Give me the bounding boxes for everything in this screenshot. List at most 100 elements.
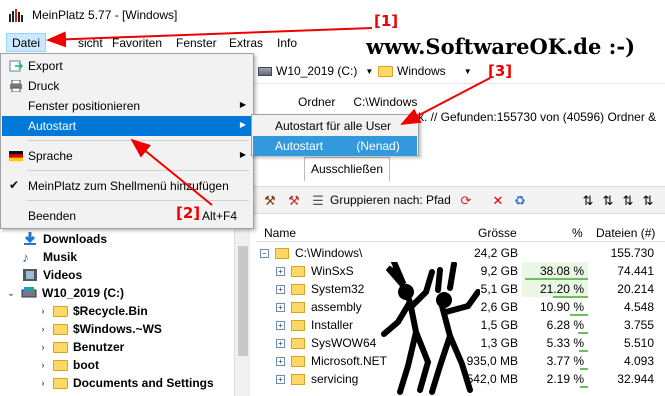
folder-label: Windows: [397, 64, 446, 78]
row-files: 3.755: [623, 318, 654, 332]
folder-icon: [53, 323, 68, 335]
hammer-icon[interactable]: ⚒: [262, 193, 278, 209]
group-icon[interactable]: ☰: [310, 193, 326, 209]
status-text: k. // Gefunden:155730 von (40596) Ordner…: [418, 110, 657, 124]
drive-icon: [258, 66, 272, 76]
folder-icon: [53, 305, 68, 317]
tree-item-documents-settings[interactable]: › Documents and Settings: [38, 374, 214, 392]
col-percent[interactable]: %: [572, 226, 583, 240]
sort-icon[interactable]: ⇅: [620, 193, 636, 209]
submenu-item-autostart-all-users[interactable]: Autostart für alle User: [253, 116, 417, 136]
callout-label-1: [1]: [374, 12, 399, 30]
autostart-submenu: Autostart für alle User Autostart (Nenad…: [251, 114, 419, 156]
menu-item-beenden[interactable]: Beenden Alt+F4: [2, 206, 252, 226]
expand-icon[interactable]: ›: [38, 324, 48, 334]
row-name-text: Microsoft.NET: [311, 354, 388, 368]
tree-scrollbar[interactable]: [234, 226, 250, 396]
tools-icon[interactable]: ⚒: [286, 193, 302, 209]
row-percent: 2.19 %: [546, 372, 584, 386]
folder-icon: [291, 338, 305, 350]
expand-icon[interactable]: +: [276, 375, 285, 385]
menu-extras[interactable]: Extras: [229, 36, 263, 50]
expand-icon[interactable]: +: [276, 303, 285, 313]
col-name[interactable]: Name: [264, 226, 296, 240]
sort-icon[interactable]: ⇅: [640, 193, 656, 209]
expand-icon[interactable]: ›: [38, 306, 48, 316]
menu-item-export[interactable]: Export: [2, 56, 252, 76]
sort-icon[interactable]: ⇅: [580, 193, 596, 209]
recycle-icon[interactable]: ♻: [512, 193, 528, 209]
german-flag-icon: [9, 151, 23, 162]
menu-item-autostart[interactable]: Autostart ▶: [2, 116, 252, 136]
expand-icon[interactable]: +: [276, 357, 285, 367]
tab-row: Ausschließen: [250, 157, 665, 181]
tab-ausschliessen[interactable]: Ausschließen: [304, 157, 390, 181]
group-by-label[interactable]: Gruppieren nach: Pfad: [330, 193, 451, 207]
refresh-icon[interactable]: ⟳: [458, 193, 474, 209]
row-percent: 21.20 %: [522, 280, 588, 297]
expand-icon[interactable]: +: [276, 285, 285, 295]
menu-ansicht[interactable]: sicht: [78, 36, 103, 50]
tree-item-drive-c[interactable]: ⌄ W10_2019 (C:): [6, 284, 124, 302]
expand-icon[interactable]: +: [276, 339, 285, 349]
menu-info[interactable]: Info: [277, 36, 297, 50]
delete-icon[interactable]: ✕: [490, 193, 506, 209]
scrollbar-thumb[interactable]: [238, 246, 248, 356]
submenu-item-autostart-user[interactable]: Autostart (Nenad): [253, 136, 417, 156]
menu-separator: [27, 140, 249, 141]
datei-menu: Export Druck Fenster positionieren ▶ Aut…: [0, 53, 254, 229]
row-size: 24,2 GB: [473, 246, 518, 260]
expand-icon[interactable]: +: [276, 267, 285, 277]
tree-item-musik[interactable]: ♪ Musik: [22, 248, 77, 266]
callout-label-2: [2]: [176, 204, 201, 222]
tree-item-videos[interactable]: Videos: [22, 266, 82, 284]
shortcut-label: Alt+F4: [202, 209, 238, 223]
tree-item-recycle-bin[interactable]: › $Recycle.Bin: [38, 302, 148, 320]
folder-tree: Downloads ♪ Musik Videos ⌄ W10_2019 (C:)…: [0, 226, 232, 396]
row-files: 5.510: [623, 336, 654, 350]
meinplatz-app-icon: [9, 9, 23, 22]
folder-icon: [275, 248, 289, 260]
window-title: MeinPlatz 5.77 - [Windows]: [32, 8, 178, 22]
folder-path: Ordner C:\Windows: [298, 95, 417, 109]
folder-path-label: Ordner: [298, 95, 336, 109]
row-name: + Microsoft.NET: [276, 354, 387, 368]
collapse-icon[interactable]: ⌄: [6, 288, 16, 299]
folder-icon: [291, 356, 305, 368]
tree-item-downloads[interactable]: Downloads: [22, 230, 107, 248]
submenu-arrow-icon: ▶: [239, 120, 246, 129]
tree-item-windows-ws[interactable]: › $Windows.~WS: [38, 320, 162, 338]
title-bar: MeinPlatz 5.77 - [Windows]: [0, 0, 665, 30]
expand-icon[interactable]: ›: [38, 360, 48, 370]
col-files[interactable]: Dateien (#): [596, 226, 655, 240]
table-row[interactable]: − C:\Windows\ 24,2 GB 155.730: [256, 244, 665, 262]
expand-icon[interactable]: ›: [38, 378, 48, 388]
folder-icon: [291, 266, 305, 278]
folder-dropdown[interactable]: Windows ▼: [378, 61, 472, 81]
percent-bar: [580, 386, 588, 388]
row-name: + WinSxS: [276, 264, 354, 278]
col-size[interactable]: Grösse: [478, 226, 517, 240]
location-toolbar: W10_2019 (C:) ▼ Windows ▼: [250, 58, 665, 84]
download-icon: [24, 232, 36, 245]
menu-datei[interactable]: Datei: [6, 33, 47, 52]
music-icon: ♪: [22, 249, 29, 265]
tree-item-boot[interactable]: › boot: [38, 356, 100, 374]
collapse-icon[interactable]: −: [260, 249, 269, 259]
folder-icon: [291, 320, 305, 332]
menu-favoriten[interactable]: Favoriten: [112, 36, 162, 50]
menu-item-druck[interactable]: Druck: [2, 76, 252, 96]
sort-icon[interactable]: ⇅: [600, 193, 616, 209]
tree-item-benutzer[interactable]: › Benutzer: [38, 338, 125, 356]
menu-fenster[interactable]: Fenster: [176, 36, 217, 50]
menu-item-sprache[interactable]: Sprache ▶: [2, 146, 252, 166]
callout-label-3: [3]: [488, 62, 513, 80]
expand-icon[interactable]: ›: [38, 342, 48, 352]
video-icon: [23, 269, 37, 281]
drive-dropdown[interactable]: W10_2019 (C:) ▼: [258, 61, 373, 81]
row-percent: 10.90 %: [539, 300, 584, 314]
folder-icon: [53, 359, 68, 371]
menu-item-fenster-positionieren[interactable]: Fenster positionieren ▶: [2, 96, 252, 116]
expand-icon[interactable]: +: [276, 321, 285, 331]
menu-item-shellmenu[interactable]: ✔ MeinPlatz zum Shellmenü hinzufügen: [2, 176, 252, 196]
